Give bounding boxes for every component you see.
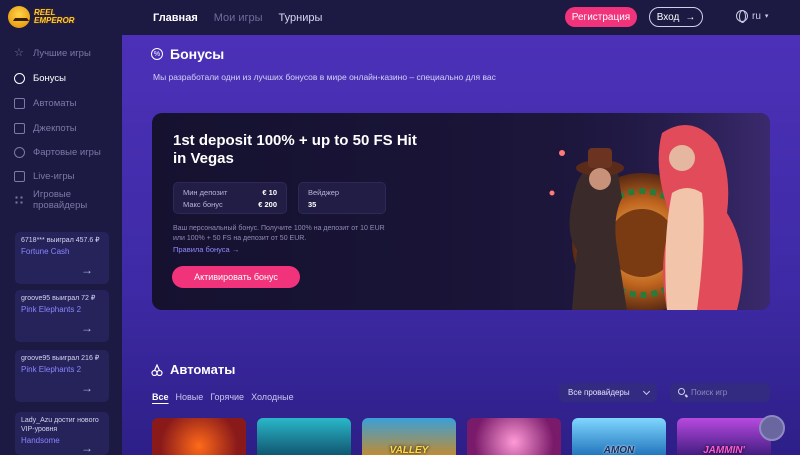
game-tile[interactable] [257, 418, 351, 455]
sidebar-item-label: Фартовые игры [33, 146, 101, 158]
game-tile[interactable] [467, 418, 561, 455]
search-icon [678, 388, 685, 395]
slots-section-title: Автоматы [170, 362, 236, 377]
tab-all[interactable]: Все [152, 392, 169, 402]
star-icon: ☆ [14, 46, 24, 59]
page-title: Бонусы [170, 46, 225, 62]
slot-icon [14, 97, 25, 109]
sidebar-item-label: Автоматы [33, 97, 77, 109]
promo-illustration [522, 113, 770, 310]
register-button[interactable]: Регистрация [565, 7, 637, 27]
win-text: groove95 выиграл 72 ₽ [21, 295, 96, 302]
chat-support-button[interactable] [759, 415, 785, 441]
percent-icon [14, 72, 25, 84]
main-content: % Бонусы Мы разработали одни из лучших б… [122, 35, 800, 455]
crown-icon [8, 6, 30, 28]
chevron-down-icon [642, 387, 651, 396]
win-text: 6718*** выиграл 457.6 ₽ [21, 237, 100, 244]
max-bonus-value: € 200 [258, 200, 277, 209]
win-game-link[interactable]: Fortune Cash [21, 247, 103, 257]
globe-icon [736, 10, 748, 23]
sidebar-item-label: Лучшие игры [33, 47, 91, 59]
chevron-down-icon: ▾ [764, 13, 769, 20]
arrow-right-icon: → [81, 381, 93, 395]
win-game-link[interactable]: Pink Elephants 2 [21, 305, 103, 315]
sidebar-item-lucky-games[interactable]: Фартовые игры [14, 145, 101, 159]
logo[interactable]: REEL EMPEROR [8, 3, 78, 31]
arrow-right-icon: → [81, 263, 93, 277]
nav-home[interactable]: Главная [153, 12, 198, 24]
arrow-right-icon: → [81, 441, 93, 455]
flame-icon [14, 146, 25, 158]
search-box [670, 383, 770, 402]
main-nav: Главная Мои игры Турниры [153, 0, 322, 35]
language-selector[interactable]: ru ▾ [736, 10, 769, 23]
provider-select-value: Все провайдеры [568, 388, 630, 397]
sidebar-item-label: Live-игры [33, 170, 75, 182]
sidebar-item-jackpots[interactable]: Джекпоты [14, 121, 77, 135]
bonus-description: Ваш персональный бонус. Получите 100% на… [173, 225, 385, 242]
sidebar-item-live-games[interactable]: Live-игры [14, 169, 74, 183]
login-label: Вход [656, 11, 680, 23]
tab-cold[interactable]: Холодные [251, 392, 294, 402]
recent-win-card[interactable]: Lady_Azu достиг нового VIP-уровня Handso… [15, 412, 109, 455]
wager-stats: Вейджер 35 [298, 182, 386, 214]
logo-text: REEL EMPEROR [34, 9, 74, 25]
game-tile[interactable]: AMON [572, 418, 666, 455]
nav-tournaments[interactable]: Турниры [279, 12, 323, 24]
page-subtitle: Мы разработали одни из лучших бонусов в … [153, 72, 496, 82]
sidebar-item-label: Бонусы [33, 72, 66, 84]
min-deposit-value: € 10 [262, 188, 277, 197]
sidebar-item-bonuses[interactable]: Бонусы [14, 71, 66, 85]
game-tile[interactable]: JAMMIN' [677, 418, 771, 455]
arrow-right-icon: → [685, 11, 696, 23]
live-icon [14, 170, 25, 182]
wager-label: Вейджер [308, 188, 340, 197]
slots-tabs: Все Новые Горячие Холодные [152, 392, 294, 402]
game-tile-label: VALLEY [389, 445, 429, 455]
bonus-rules-link[interactable]: Правила бонуса → [173, 245, 239, 254]
search-input[interactable] [691, 385, 765, 400]
provider-select[interactable]: Все провайдеры [559, 383, 657, 402]
activate-bonus-button[interactable]: Активировать бонус [172, 266, 300, 288]
providers-icon [14, 194, 25, 206]
cherry-icon [151, 364, 163, 376]
win-text: Lady_Azu достиг нового VIP-уровня [21, 417, 99, 433]
min-deposit-label: Мин депозит [183, 188, 228, 197]
sidebar-item-label: Игровые провайдеры [33, 189, 88, 211]
sidebar-item-top-games[interactable]: ☆ Лучшие игры [14, 46, 91, 60]
bonus-title: 1st deposit 100% + up to 50 FS Hit in Ve… [173, 132, 417, 167]
wager-value: 35 [308, 200, 317, 209]
max-bonus-label: Макс бонус [183, 200, 223, 209]
login-button[interactable]: Вход → [649, 7, 703, 27]
nav-my-games[interactable]: Мои игры [214, 12, 263, 24]
trophy-icon [14, 122, 25, 134]
game-tile-label: JAMMIN' [703, 445, 745, 455]
recent-win-card[interactable]: 6718*** выиграл 457.6 ₽ Fortune Cash → [15, 232, 109, 284]
sidebar: ☆ Лучшие игры Бонусы Автоматы Джекпоты Ф… [0, 35, 122, 455]
sidebar-item-providers[interactable]: Игровые провайдеры [14, 189, 122, 211]
game-tile-label: AMON [603, 445, 635, 455]
percent-icon: % [151, 48, 163, 60]
tab-new[interactable]: Новые [176, 392, 204, 402]
arrow-right-icon: → [81, 321, 93, 335]
game-tile[interactable]: VALLEY [362, 418, 456, 455]
win-game-link[interactable]: Pink Elephants 2 [21, 365, 103, 375]
sidebar-item-label: Джекпоты [33, 122, 77, 134]
language-label: ru [752, 10, 761, 22]
deposit-stats: Мин депозит € 10 Макс бонус € 200 [173, 182, 287, 214]
bonus-card: 1st deposit 100% + up to 50 FS Hit in Ve… [152, 113, 770, 310]
sidebar-item-slots[interactable]: Автоматы [14, 96, 77, 110]
game-tile[interactable] [152, 418, 246, 455]
tab-hot[interactable]: Горячие [210, 392, 244, 402]
recent-win-card[interactable]: groove95 выиграл 72 ₽ Pink Elephants 2 → [15, 290, 109, 342]
win-text: groove95 выиграл 216 ₽ [21, 355, 100, 362]
logo-text-line-2: EMPEROR [34, 16, 75, 25]
top-bar: REEL EMPEROR Главная Мои игры Турниры Ре… [0, 0, 800, 35]
recent-win-card[interactable]: groove95 выиграл 216 ₽ Pink Elephants 2 … [15, 350, 109, 402]
